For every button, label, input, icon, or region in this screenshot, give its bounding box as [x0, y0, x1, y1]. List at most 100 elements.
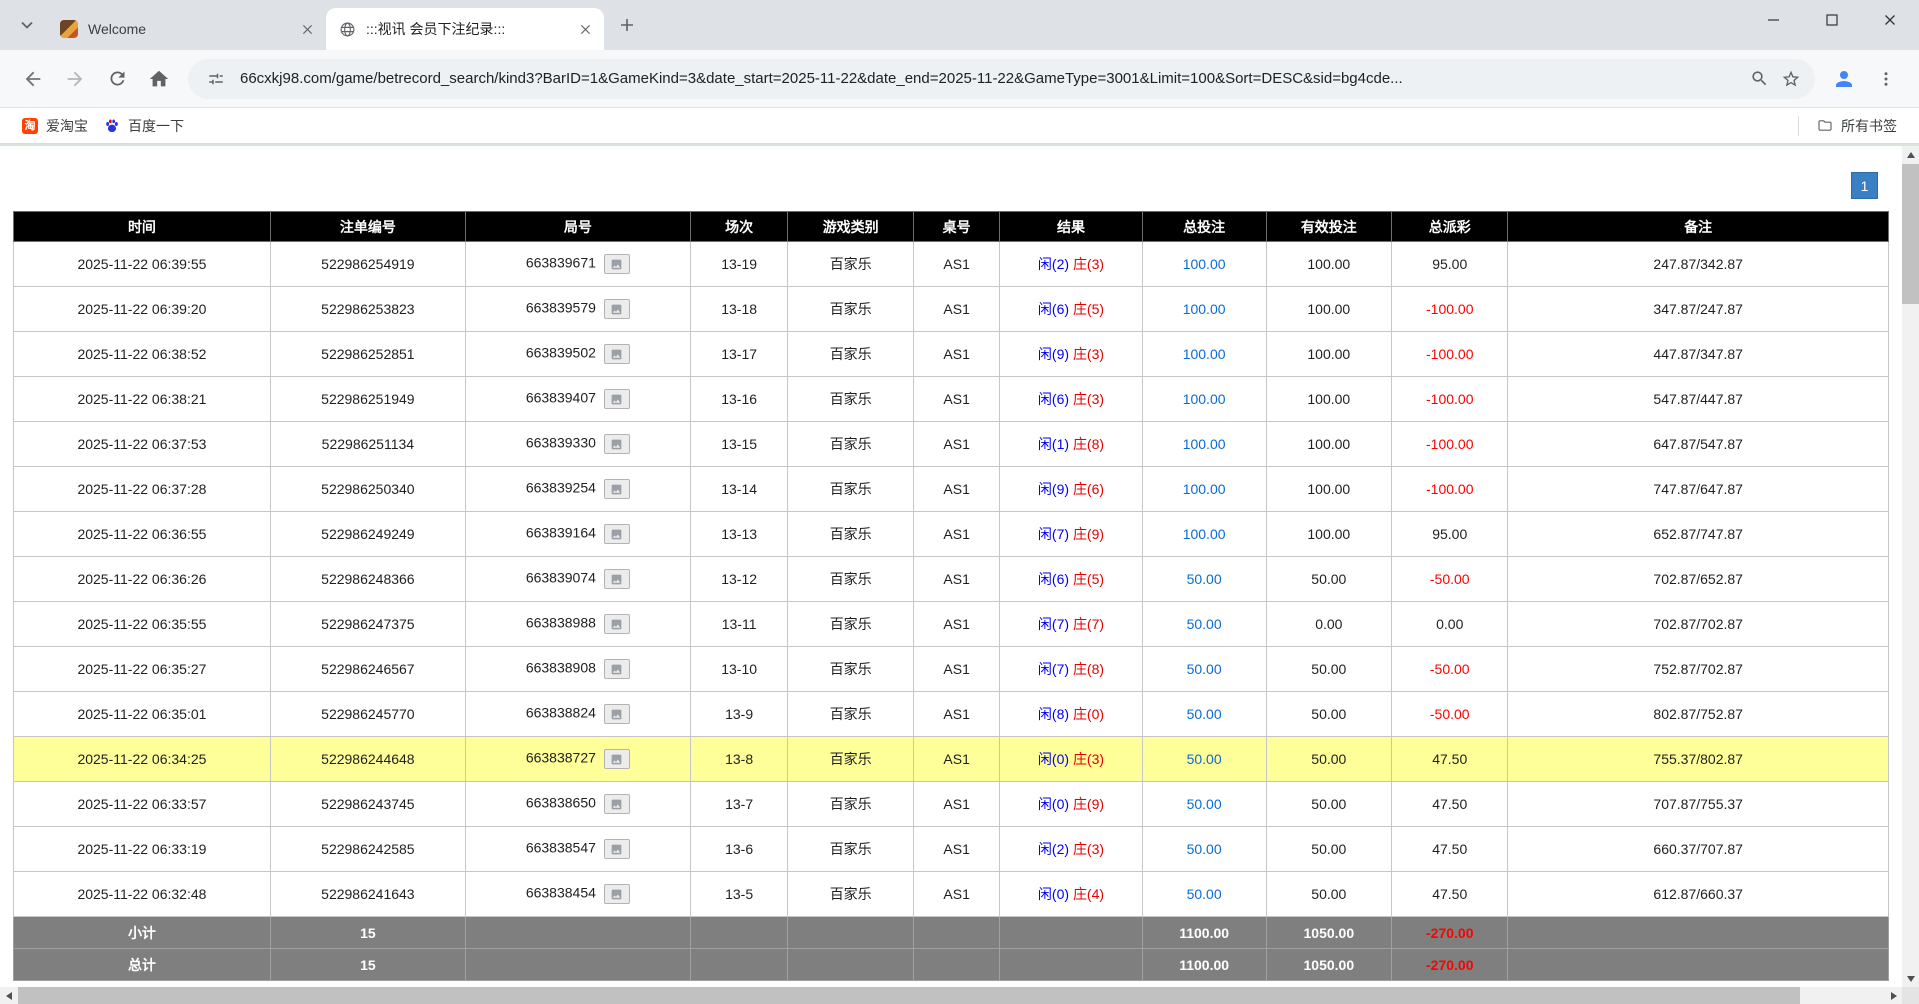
menu-button[interactable] [1865, 58, 1907, 100]
table-row[interactable]: 2025-11-22 06:33:57522986243745663838650… [14, 782, 1889, 827]
round-result-image-icon[interactable] [604, 434, 630, 454]
result-player: 闲(6) [1038, 391, 1069, 407]
round-result-image-icon[interactable] [604, 794, 630, 814]
new-tab-icon [620, 18, 634, 32]
minimize-button[interactable] [1745, 0, 1803, 40]
bookmark-baidu[interactable]: 百度一下 [96, 112, 192, 140]
close-tab-icon[interactable] [574, 18, 596, 40]
total-bet-link[interactable]: 100.00 [1183, 436, 1226, 452]
url-text[interactable]: 66cxkj98.com/game/betrecord_search/kind3… [240, 70, 1735, 87]
round-result-image-icon[interactable] [604, 614, 630, 634]
total-bet-link[interactable]: 50.00 [1187, 661, 1222, 677]
round-result-image-icon[interactable] [604, 839, 630, 859]
round-number: 663839502 [526, 345, 596, 361]
cell-remark: 652.87/747.87 [1508, 512, 1889, 557]
round-result-image-icon[interactable] [604, 749, 630, 769]
total-bet-link[interactable]: 50.00 [1187, 886, 1222, 902]
round-result-image-icon[interactable] [604, 389, 630, 409]
site-info-icon[interactable] [200, 63, 232, 95]
table-row[interactable]: 2025-11-22 06:32:48522986241643663838454… [14, 872, 1889, 917]
total-bet-link[interactable]: 100.00 [1183, 301, 1226, 317]
all-bookmarks-button[interactable]: 所有书签 [1809, 112, 1905, 140]
round-result-image-icon[interactable] [604, 254, 630, 274]
vertical-scroll-thumb[interactable] [1902, 164, 1919, 304]
total-bet-link[interactable]: 50.00 [1187, 616, 1222, 632]
cell-total-bet: 50.00 [1142, 737, 1266, 782]
total-bet-link[interactable]: 50.00 [1187, 841, 1222, 857]
table-row[interactable]: 2025-11-22 06:39:55522986254919663839671… [14, 242, 1889, 287]
round-result-image-icon[interactable] [604, 299, 630, 319]
total-bet-link[interactable]: 100.00 [1183, 346, 1226, 362]
scroll-up-arrow-icon[interactable] [1902, 146, 1919, 163]
total-bet-link[interactable]: 50.00 [1187, 751, 1222, 767]
tab-search-button[interactable] [10, 8, 44, 42]
cell-total-bet: 50.00 [1142, 647, 1266, 692]
address-bar[interactable]: 66cxkj98.com/game/betrecord_search/kind3… [188, 59, 1815, 99]
bookmark-star-icon[interactable] [1775, 63, 1807, 95]
cell-time: 2025-11-22 06:35:27 [14, 647, 271, 692]
scroll-left-arrow-icon[interactable] [0, 987, 17, 1004]
table-row[interactable]: 2025-11-22 06:37:28522986250340663839254… [14, 467, 1889, 512]
table-row[interactable]: 2025-11-22 06:35:01522986245770663838824… [14, 692, 1889, 737]
maximize-button[interactable] [1803, 0, 1861, 40]
reload-button[interactable] [96, 58, 138, 100]
table-row[interactable]: 2025-11-22 06:36:26522986248366663839074… [14, 557, 1889, 602]
cell-game-type: 百家乐 [788, 827, 914, 872]
table-row[interactable]: 2025-11-22 06:33:19522986242585663838547… [14, 827, 1889, 872]
table-row[interactable]: 2025-11-22 06:38:52522986252851663839502… [14, 332, 1889, 377]
total-row: 总计151100.001050.00-270.00 [14, 949, 1889, 981]
total-bet-link[interactable]: 50.00 [1187, 706, 1222, 722]
vertical-scrollbar[interactable] [1902, 146, 1919, 987]
cell-game-type: 百家乐 [788, 377, 914, 422]
zoom-icon[interactable] [1743, 63, 1775, 95]
page-1-button[interactable]: 1 [1851, 172, 1878, 199]
profile-button[interactable] [1823, 58, 1865, 100]
tab-welcome[interactable]: Welcome [48, 8, 326, 50]
cell-time: 2025-11-22 06:37:53 [14, 422, 271, 467]
scroll-down-arrow-icon[interactable] [1902, 970, 1919, 987]
bookmark-taobao[interactable]: 淘 爱淘宝 [14, 112, 96, 140]
total-bet-link[interactable]: 100.00 [1183, 391, 1226, 407]
new-tab-button[interactable] [610, 8, 644, 42]
horizontal-scroll-thumb[interactable] [18, 987, 1800, 1004]
table-row[interactable]: 2025-11-22 06:37:53522986251134663839330… [14, 422, 1889, 467]
total-bet-link[interactable]: 50.00 [1187, 796, 1222, 812]
col-header-valid-bet: 有效投注 [1266, 212, 1392, 242]
totals-cell [690, 949, 788, 981]
close-tab-icon[interactable] [296, 18, 318, 40]
result-banker: 庄(8) [1073, 661, 1104, 677]
round-result-image-icon[interactable] [604, 569, 630, 589]
table-row[interactable]: 2025-11-22 06:39:20522986253823663839579… [14, 287, 1889, 332]
home-button[interactable] [138, 58, 180, 100]
cell-valid-bet: 100.00 [1266, 287, 1392, 332]
bet-records-table: 时间 注单编号 局号 场次 游戏类别 桌号 结果 总投注 有效投注 总派彩 备注… [13, 211, 1889, 981]
cell-time: 2025-11-22 06:39:20 [14, 287, 271, 332]
cell-remark: 247.87/342.87 [1508, 242, 1889, 287]
cell-valid-bet: 50.00 [1266, 737, 1392, 782]
table-row[interactable]: 2025-11-22 06:38:21522986251949663839407… [14, 377, 1889, 422]
table-row[interactable]: 2025-11-22 06:34:25522986244648663838727… [14, 737, 1889, 782]
table-row[interactable]: 2025-11-22 06:35:55522986247375663838988… [14, 602, 1889, 647]
total-bet-link[interactable]: 100.00 [1183, 481, 1226, 497]
table-row[interactable]: 2025-11-22 06:36:55522986249249663839164… [14, 512, 1889, 557]
cell-table-no: AS1 [914, 242, 1000, 287]
table-row[interactable]: 2025-11-22 06:35:27522986246567663838908… [14, 647, 1889, 692]
cell-table-no: AS1 [914, 557, 1000, 602]
forward-button[interactable] [54, 58, 96, 100]
horizontal-scrollbar[interactable] [0, 987, 1902, 1004]
round-result-image-icon[interactable] [604, 524, 630, 544]
close-window-button[interactable] [1861, 0, 1919, 40]
round-result-image-icon[interactable] [604, 344, 630, 364]
back-button[interactable] [12, 58, 54, 100]
round-result-image-icon[interactable] [604, 884, 630, 904]
scroll-right-arrow-icon[interactable] [1885, 987, 1902, 1004]
total-bet-link[interactable]: 50.00 [1187, 571, 1222, 587]
profile-icon [1832, 67, 1856, 91]
cell-table-no: AS1 [914, 512, 1000, 557]
total-bet-link[interactable]: 100.00 [1183, 526, 1226, 542]
total-bet-link[interactable]: 100.00 [1183, 256, 1226, 272]
tab-betrecord[interactable]: :::视讯 会员下注纪录::: [326, 8, 604, 50]
round-result-image-icon[interactable] [604, 659, 630, 679]
round-result-image-icon[interactable] [604, 479, 630, 499]
round-result-image-icon[interactable] [604, 704, 630, 724]
